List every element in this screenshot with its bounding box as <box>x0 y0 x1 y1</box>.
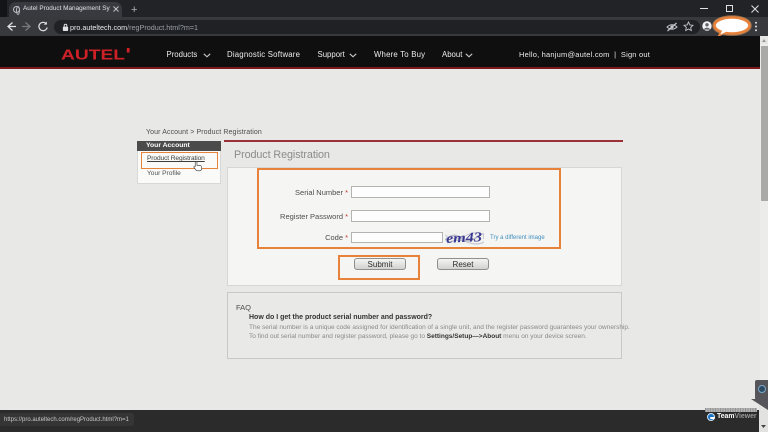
svg-text:AUTEL: AUTEL <box>61 47 125 62</box>
